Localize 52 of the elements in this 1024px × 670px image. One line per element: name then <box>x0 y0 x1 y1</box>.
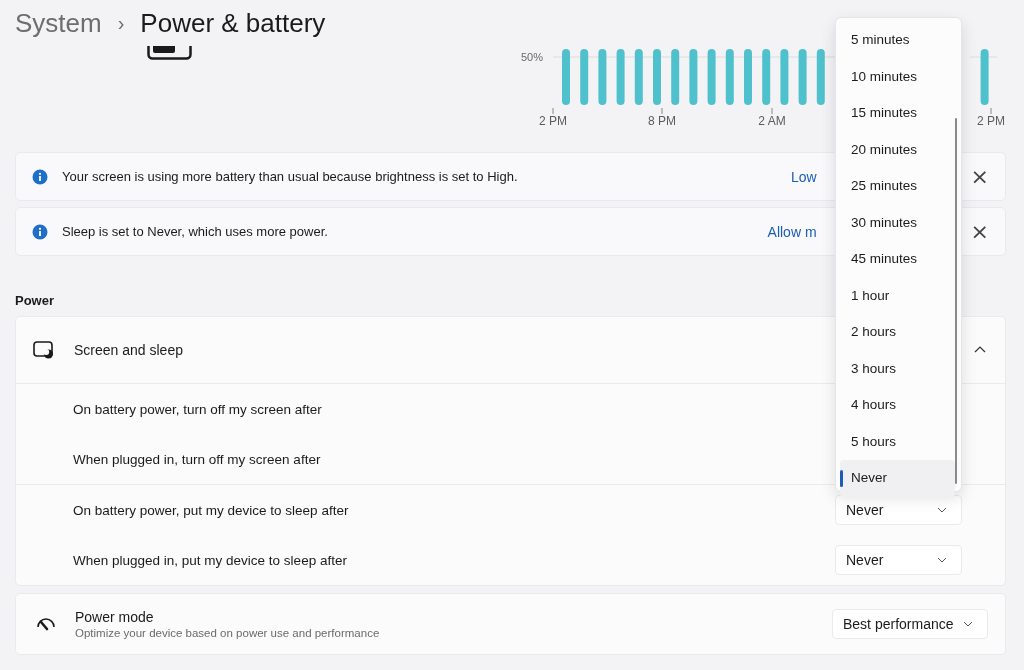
axis-label: 2 PM <box>539 114 567 128</box>
tick-mark <box>552 107 554 115</box>
caret-icon <box>937 507 947 513</box>
axis-label: 2 PM <box>977 114 1005 128</box>
bar-drawing <box>980 49 989 105</box>
axis-label: 8 PM <box>648 114 676 128</box>
menu-item[interactable]: 5 minutes <box>836 22 955 59</box>
menu-item[interactable]: 1 hour <box>836 277 955 314</box>
close-button[interactable]: × <box>966 165 993 188</box>
section-heading: Power <box>15 293 54 308</box>
info-icon <box>32 168 48 185</box>
menu-item[interactable]: 5 hours <box>836 423 955 460</box>
monitor-moon-icon <box>33 341 55 359</box>
setting-label: When plugged in, turn off my screen after <box>73 451 321 467</box>
dropdown[interactable]: Never <box>835 495 962 525</box>
menu-item[interactable]: 30 minutes <box>836 204 955 241</box>
breadcrumb-parent[interactable]: System <box>15 7 102 39</box>
page-title: Power & battery <box>140 7 326 39</box>
notice-text: Sleep is set to Never, which uses more power. <box>62 224 329 239</box>
menu-item[interactable]: 10 minutes <box>836 58 955 95</box>
notice-link[interactable]: Allow m <box>767 223 817 240</box>
menu-item[interactable]: 2 hours <box>836 314 955 351</box>
gauge-icon <box>36 616 56 632</box>
breadcrumb-separator: › <box>117 11 125 35</box>
chevron-icon <box>973 344 987 355</box>
menu-item[interactable]: 4 hours <box>836 387 955 424</box>
notice-link[interactable]: Low <box>790 168 817 185</box>
card-title: Screen and sleep <box>74 342 183 358</box>
info-icon <box>32 223 48 240</box>
axis-label: 2 AM <box>758 114 786 128</box>
setting-label: On battery power, put my device to sleep after <box>73 502 349 518</box>
menu-item[interactable]: 15 minutes <box>836 95 955 132</box>
battery-icon <box>147 46 193 60</box>
tick-mark <box>661 107 663 115</box>
menu-item[interactable]: Never <box>840 460 955 497</box>
caret-icon <box>963 621 973 627</box>
caret-icon <box>937 557 947 563</box>
menu-item[interactable]: 45 minutes <box>836 241 955 278</box>
close-button[interactable]: × <box>966 220 993 243</box>
menu-item[interactable]: 25 minutes <box>836 168 955 205</box>
tick-mark <box>771 107 773 115</box>
dropdown[interactable]: Never <box>835 545 962 575</box>
menu-item[interactable]: 20 minutes <box>836 131 955 168</box>
setting-label: On battery power, turn off my screen after <box>73 401 322 417</box>
menu-item[interactable]: 3 hours <box>836 350 955 387</box>
card-description: Optimize your device based on power use and performance <box>75 627 380 639</box>
setting-label: When plugged in, put my device to sleep after <box>73 552 347 568</box>
notice-text: Your screen is using more battery than usual because brightness is set to High. <box>62 169 519 184</box>
axis-label: 50% <box>520 51 543 63</box>
dropdown[interactable]: Best performance <box>832 609 988 639</box>
tick-mark <box>990 107 992 115</box>
card-title: Power mode <box>75 609 155 625</box>
